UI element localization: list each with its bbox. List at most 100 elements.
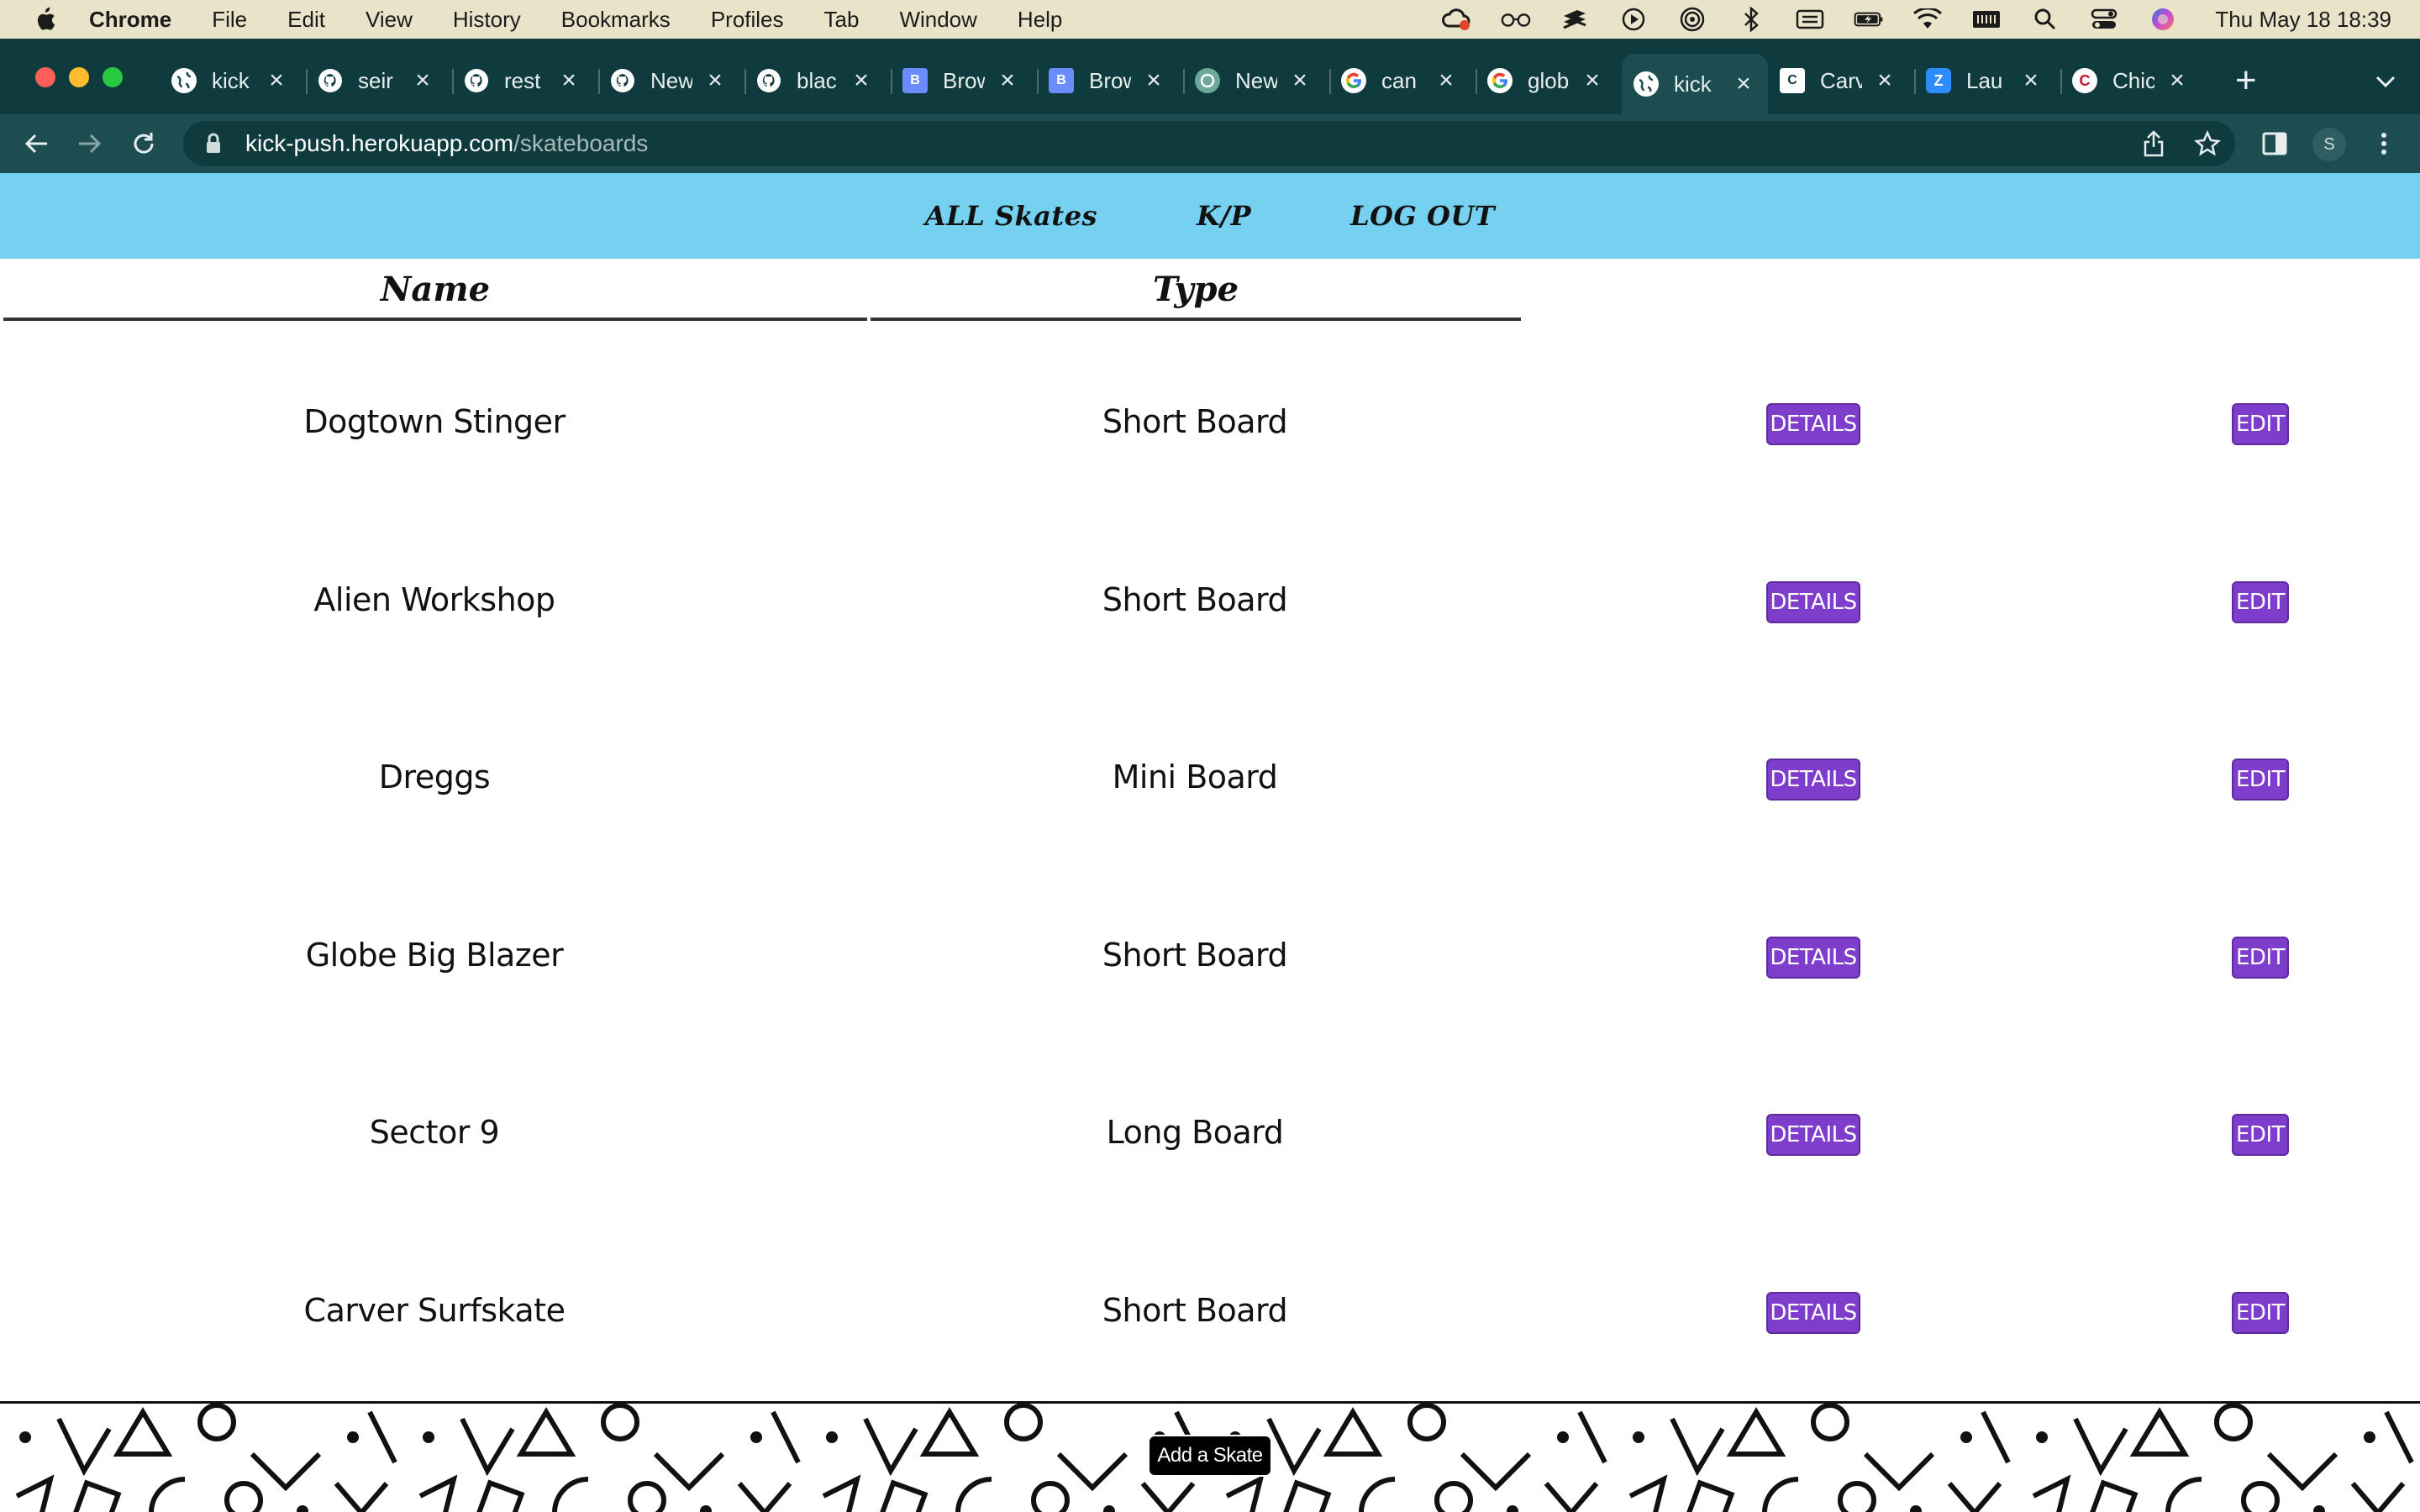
menu-view[interactable]: View xyxy=(366,7,413,33)
close-tab-icon[interactable]: × xyxy=(412,66,434,95)
close-tab-icon[interactable]: × xyxy=(2166,66,2188,95)
skateboard-type: Short Board xyxy=(1102,581,1288,618)
minimize-window-button[interactable] xyxy=(69,67,89,87)
tab-title: Lau xyxy=(1966,67,2003,93)
wifi-icon[interactable] xyxy=(1912,7,1943,32)
edit-button[interactable]: EDIT xyxy=(2232,937,2289,979)
details-button[interactable]: DETAILS xyxy=(1766,581,1860,623)
github-icon xyxy=(756,68,781,93)
edit-button[interactable]: EDIT xyxy=(2232,581,2289,623)
creative-cloud-icon[interactable] xyxy=(1442,7,1472,32)
site-nav: ALL Skates K/P LOG OUT xyxy=(0,173,2420,259)
menu-profiles[interactable]: Profiles xyxy=(711,7,784,33)
details-button[interactable]: DETAILS xyxy=(1766,1114,1860,1156)
menu-app-name[interactable]: Chrome xyxy=(89,7,171,33)
forward-arrow-icon[interactable] xyxy=(72,126,108,161)
tab-13[interactable]: C Chic × xyxy=(2072,59,2195,102)
tab-11[interactable]: C Carv × xyxy=(1780,59,1902,102)
back-arrow-icon[interactable] xyxy=(18,126,54,161)
battery-icon[interactable] xyxy=(1854,7,1884,32)
tab-separator xyxy=(1476,69,1477,94)
menu-help[interactable]: Help xyxy=(1018,7,1062,33)
close-tab-icon[interactable]: × xyxy=(266,66,287,95)
control-center-icon[interactable] xyxy=(2089,7,2119,32)
play-icon[interactable] xyxy=(1618,7,1649,32)
address-bar[interactable]: kick-push.herokuapp.com/skateboards xyxy=(183,121,2235,166)
close-tab-icon[interactable]: × xyxy=(1581,66,1603,95)
url-host: kick-push.herokuapp.com xyxy=(245,130,514,156)
nav-all-skates-link[interactable]: ALL Skates xyxy=(925,200,1097,232)
share-icon[interactable] xyxy=(2136,126,2171,161)
tab-3[interactable]: New × xyxy=(610,59,733,102)
tab-separator xyxy=(1914,69,1916,94)
brand-icon: B xyxy=(902,68,928,93)
tab-12[interactable]: Z Lau × xyxy=(1926,59,2049,102)
siri-icon[interactable] xyxy=(2148,7,2178,32)
menu-history[interactable]: History xyxy=(453,7,521,33)
tab-1[interactable]: seir × xyxy=(318,59,440,102)
menu-bookmarks[interactable]: Bookmarks xyxy=(561,7,671,33)
tab-5[interactable]: B Brow × xyxy=(902,59,1025,102)
tab-2[interactable]: rest × xyxy=(464,59,587,102)
new-tab-button[interactable]: + xyxy=(2235,62,2257,99)
search-icon[interactable] xyxy=(2030,7,2060,32)
menubar-status-area: Thu May 18 18:39 xyxy=(1442,0,2391,39)
close-tab-icon[interactable]: × xyxy=(1435,66,1457,95)
details-button[interactable]: DETAILS xyxy=(1766,1292,1860,1334)
edit-button[interactable]: EDIT xyxy=(2232,403,2289,445)
browser-tab-strip: kick × seir × rest × New × blac × B Brow × B Brow × New ×… xyxy=(0,39,2420,114)
kebab-menu-icon[interactable] xyxy=(2366,126,2402,161)
tab-search-chevron-icon[interactable] xyxy=(2375,69,2396,95)
close-window-button[interactable] xyxy=(35,67,55,87)
edit-button[interactable]: EDIT xyxy=(2232,1292,2289,1334)
apple-logo-icon[interactable] xyxy=(32,5,57,34)
tab-separator xyxy=(1183,69,1185,94)
details-button[interactable]: DETAILS xyxy=(1766,403,1860,445)
close-tab-icon[interactable]: × xyxy=(997,66,1018,95)
tab-title: New xyxy=(1235,67,1277,93)
close-tab-icon[interactable]: × xyxy=(1143,66,1165,95)
details-button[interactable]: DETAILS xyxy=(1766,759,1860,801)
tab-8[interactable]: can × xyxy=(1341,59,1464,102)
nav-logout-link[interactable]: LOG OUT xyxy=(1350,200,1495,232)
close-tab-icon[interactable]: × xyxy=(850,66,872,95)
close-tab-icon[interactable]: × xyxy=(2020,66,2042,95)
tab-6[interactable]: B Brow × xyxy=(1049,59,1171,102)
lock-icon[interactable] xyxy=(203,132,224,155)
tab-10[interactable]: kick × xyxy=(1622,54,1768,114)
maximize-window-button[interactable] xyxy=(103,67,123,87)
bluetooth-icon[interactable] xyxy=(1736,7,1766,32)
bookmark-star-icon[interactable] xyxy=(2190,126,2225,161)
tab-4[interactable]: blac × xyxy=(756,59,879,102)
keyboard-icon[interactable] xyxy=(1795,7,1825,32)
profile-avatar[interactable]: S xyxy=(2312,128,2346,161)
menu-window[interactable]: Window xyxy=(899,7,976,33)
close-tab-icon[interactable]: × xyxy=(704,66,726,95)
add-skate-button[interactable]: Add a Skate xyxy=(1148,1435,1272,1477)
close-tab-icon[interactable]: × xyxy=(1733,70,1754,98)
menubar-clock[interactable]: Thu May 18 18:39 xyxy=(2215,7,2391,33)
edit-button[interactable]: EDIT xyxy=(2232,759,2289,801)
close-tab-icon[interactable]: × xyxy=(1874,66,1896,95)
memory-icon[interactable] xyxy=(1971,7,2002,32)
close-tab-icon[interactable]: × xyxy=(1289,66,1311,95)
close-tab-icon[interactable]: × xyxy=(558,66,580,95)
glasses-icon[interactable] xyxy=(1501,7,1531,32)
side-panel-icon[interactable] xyxy=(2257,126,2292,161)
menu-file[interactable]: File xyxy=(212,7,247,33)
nav-kp-link[interactable]: K/P xyxy=(1197,200,1251,232)
stack-icon[interactable] xyxy=(1560,7,1590,32)
edit-button[interactable]: EDIT xyxy=(2232,1114,2289,1156)
github-icon xyxy=(464,68,489,93)
tab-title: seir xyxy=(358,67,393,93)
tab-7[interactable]: New × xyxy=(1195,59,1318,102)
airdrop-icon[interactable] xyxy=(1677,7,1707,32)
tab-0[interactable]: kick × xyxy=(171,59,294,102)
tab-9[interactable]: glob × xyxy=(1487,59,1610,102)
details-button[interactable]: DETAILS xyxy=(1766,937,1860,979)
carver-icon: C xyxy=(1780,68,1805,93)
menu-tab[interactable]: Tab xyxy=(824,7,860,33)
skateboard-type: Long Board xyxy=(1106,1114,1284,1151)
reload-icon[interactable] xyxy=(126,126,161,161)
menu-edit[interactable]: Edit xyxy=(287,7,325,33)
